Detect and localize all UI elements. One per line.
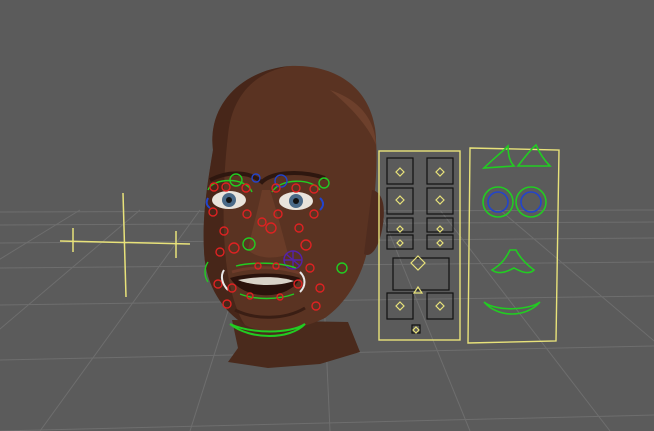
left-eye <box>212 191 246 209</box>
right-eye <box>279 192 313 210</box>
3d-viewport[interactable] <box>0 0 654 431</box>
